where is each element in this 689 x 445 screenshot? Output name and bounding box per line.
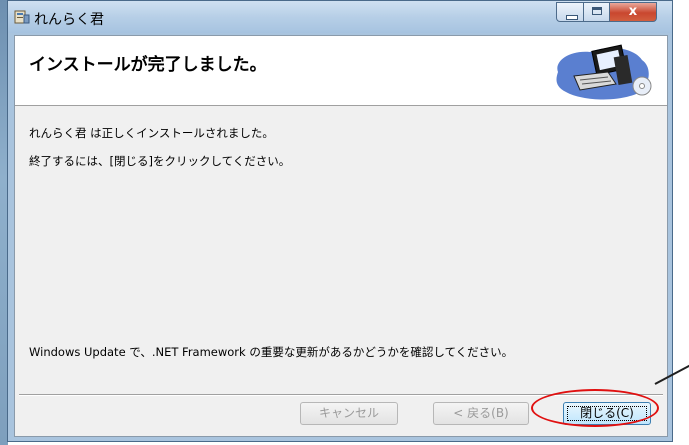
dialog-header: インストールが完了しました。: [15, 36, 667, 106]
minimize-button[interactable]: [556, 2, 584, 22]
close-instruction: 終了するには、[閉じる]をクリックしてください。: [29, 154, 291, 168]
app-icon: [14, 10, 30, 24]
maximize-button[interactable]: [583, 2, 610, 22]
page-title: インストールが完了しました。: [29, 55, 267, 75]
success-message: れんらく君 は正しくインストールされました。: [29, 126, 274, 140]
installer-window: れんらく君 x インストールが完了しました。 れんらく君 は正しくインストールさ…: [7, 0, 673, 442]
highlight-circle: [531, 389, 659, 427]
maximize-icon: [592, 7, 602, 15]
cancel-button[interactable]: キャンセル: [300, 402, 398, 425]
computer-install-icon: [556, 44, 652, 100]
title-bar[interactable]: れんらく君 x: [8, 1, 672, 33]
window-title: れんらく君: [34, 12, 104, 28]
dialog-content: インストールが完了しました。 れんらく君 は正しくインストールされました。 終了…: [14, 35, 668, 437]
update-notice: Windows Update で、.NET Framework の重要な更新があ…: [29, 345, 514, 359]
window-close-button[interactable]: x: [609, 2, 657, 22]
minimize-icon: [566, 15, 578, 20]
close-icon: x: [628, 4, 638, 19]
back-button[interactable]: < 戻る(B): [433, 402, 529, 425]
